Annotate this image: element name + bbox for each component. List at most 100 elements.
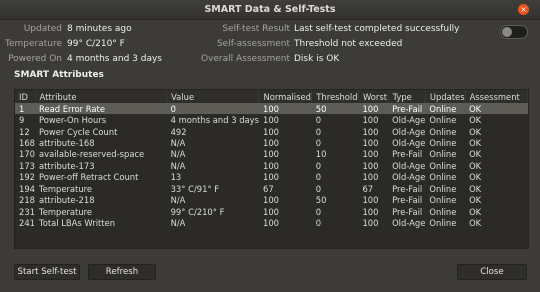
table-cell: Online bbox=[429, 206, 457, 217]
smart-enable-toggle[interactable] bbox=[500, 25, 528, 39]
table-cell: Online bbox=[429, 149, 457, 160]
table-cell: 67 bbox=[262, 183, 274, 194]
table-cell: Online bbox=[429, 172, 457, 183]
col-attribute[interactable]: Attribute bbox=[35, 90, 168, 103]
table-cell: OK bbox=[469, 195, 482, 206]
self-test-result-label: Self-test Result bbox=[222, 24, 290, 34]
table-cell: Pre-Fail bbox=[392, 149, 423, 160]
table-row[interactable]: 9 Power-On Hours 4 months and 3 days 100 0 10… bbox=[15, 114, 528, 125]
table-cell: 0 bbox=[315, 183, 322, 194]
table-row[interactable]: 173 attribute-173 N/A 100 0 100 Old-Age Online O… bbox=[15, 160, 528, 171]
table-cell: OK bbox=[469, 126, 482, 137]
table-cell: OK bbox=[469, 149, 482, 160]
overall-assessment-label: Overall Assessment bbox=[200, 54, 290, 64]
table-cell: Online bbox=[425, 103, 466, 115]
window-title: SMART Data & Self-Tests bbox=[204, 4, 336, 15]
table-cell: 0 bbox=[315, 126, 322, 137]
table-cell: 50 bbox=[311, 103, 359, 115]
temperature-label: Temperature bbox=[4, 39, 62, 49]
table-cell: 173 bbox=[19, 160, 35, 171]
table-cell: 100 bbox=[262, 160, 279, 171]
table-row[interactable]: 192 Power-off Retract Count 13 100 0 100 Old-A… bbox=[15, 172, 528, 183]
col-worst[interactable]: Worst bbox=[358, 90, 389, 103]
table-cell: 100 bbox=[362, 218, 379, 229]
table-row[interactable]: 170 available-reserved-space N/A 100 10 100 Pr… bbox=[15, 149, 528, 160]
table-cell: 0 bbox=[315, 115, 322, 126]
table-row[interactable]: 231 Temperature 99° C/210° F 100 0 100 Pre-Fai… bbox=[15, 206, 528, 217]
col-threshold[interactable]: Threshold bbox=[311, 90, 359, 103]
table-cell: 100 bbox=[362, 115, 379, 126]
refresh-button[interactable]: Refresh bbox=[88, 264, 156, 280]
table-cell: OK bbox=[469, 183, 482, 194]
powered-on-label: Powered On bbox=[8, 54, 62, 64]
table-cell: 100 bbox=[262, 126, 279, 137]
table-cell: N/A bbox=[170, 218, 186, 229]
powered-on-value: 4 months and 3 days bbox=[67, 54, 162, 64]
table-cell: 100 bbox=[362, 206, 379, 217]
table-cell: Pre-Fail bbox=[392, 206, 423, 217]
table-cell: 99° C/210° F bbox=[170, 206, 225, 217]
table-cell: 67 bbox=[362, 183, 374, 194]
table-cell: 10 bbox=[315, 149, 327, 160]
smart-dialog: SMART Data & Self-Tests × Updated 8 minu… bbox=[0, 0, 540, 292]
table-cell: 100 bbox=[362, 172, 379, 183]
table-cell: Online bbox=[429, 160, 457, 171]
table-row[interactable]: 218 attribute-218 N/A 100 50 100 Pre-Fail Onlin… bbox=[15, 195, 528, 206]
start-self-test-button[interactable]: Start Self-test bbox=[14, 264, 80, 280]
table-cell: 218 bbox=[19, 195, 35, 206]
table-cell: 100 bbox=[262, 172, 279, 183]
table-cell: OK bbox=[469, 138, 482, 149]
overall-assessment-value: Disk is OK bbox=[294, 54, 340, 64]
table-cell: OK bbox=[469, 160, 482, 171]
table-header: ID Attribute Value Normalised Threshold … bbox=[15, 90, 529, 103]
table-cell: OK bbox=[469, 172, 482, 183]
close-icon[interactable]: × bbox=[518, 4, 529, 15]
table-cell: Online bbox=[429, 183, 457, 194]
table-cell: Temperature bbox=[39, 206, 93, 217]
table-cell: 1 bbox=[15, 103, 35, 115]
close-button[interactable]: Close bbox=[457, 264, 527, 280]
table-cell: 33° C/91° F bbox=[170, 183, 220, 194]
col-id[interactable]: ID bbox=[15, 90, 36, 103]
table-cell: 100 bbox=[362, 195, 379, 206]
self-test-result-value: Last self-test completed successfully bbox=[294, 24, 460, 34]
table-cell: Read Error Rate bbox=[35, 103, 167, 115]
col-value[interactable]: Value bbox=[166, 90, 260, 103]
table-cell: Old-Age bbox=[392, 126, 426, 137]
table-cell: 241 bbox=[19, 218, 35, 229]
table-row[interactable]: 12 Power Cycle Count 492 100 0 100 Old-Age Onli… bbox=[15, 126, 528, 137]
table-cell: 194 bbox=[19, 183, 35, 194]
table-cell: attribute-173 bbox=[39, 160, 95, 171]
table-cell: N/A bbox=[170, 138, 186, 149]
table-row[interactable]: 1 Read Error Rate 0 100 50 100 Pre-Fail Online O… bbox=[15, 103, 528, 115]
table-cell: Power Cycle Count bbox=[39, 126, 118, 137]
table-cell: attribute-168 bbox=[39, 138, 95, 149]
table-row[interactable]: 168 attribute-168 N/A 100 0 100 Old-Age Online O… bbox=[15, 137, 528, 148]
toggle-knob bbox=[502, 27, 512, 37]
col-type[interactable]: Type bbox=[388, 90, 426, 103]
attributes-table[interactable]: ID Attribute Value Normalised Threshold … bbox=[14, 89, 529, 249]
table-cell: 9 bbox=[19, 115, 25, 126]
table-cell: Pre-Fail bbox=[392, 183, 423, 194]
col-assessment[interactable]: Assessment bbox=[465, 90, 529, 103]
table-cell: Temperature bbox=[39, 183, 93, 194]
col-updates[interactable]: Updates bbox=[425, 90, 466, 103]
table-cell: 50 bbox=[315, 195, 327, 206]
table-cell: 0 bbox=[315, 160, 322, 171]
table-cell: OK bbox=[465, 103, 528, 115]
table-cell: OK bbox=[469, 218, 482, 229]
col-normalised[interactable]: Normalised bbox=[258, 90, 313, 103]
table-cell: OK bbox=[469, 115, 482, 126]
table-cell: attribute-218 bbox=[39, 195, 95, 206]
table-cell: Pre-Fail bbox=[388, 103, 426, 115]
table-row[interactable]: 194 Temperature 33° C/91° F 67 0 67 Pre-Fail On… bbox=[15, 183, 528, 194]
table-cell: 100 bbox=[262, 218, 279, 229]
table-cell: 100 bbox=[358, 103, 389, 115]
table-cell: Old-Age bbox=[392, 115, 426, 126]
table-row[interactable]: 241 Total LBAs Written N/A 100 0 100 Old-Age On… bbox=[15, 217, 528, 228]
table-cell: 231 bbox=[19, 206, 35, 217]
table-cell: 100 bbox=[362, 160, 379, 171]
table-cell: 100 bbox=[258, 103, 312, 115]
updated-value: 8 minutes ago bbox=[67, 24, 132, 34]
table-cell: Pre-Fail bbox=[392, 195, 423, 206]
